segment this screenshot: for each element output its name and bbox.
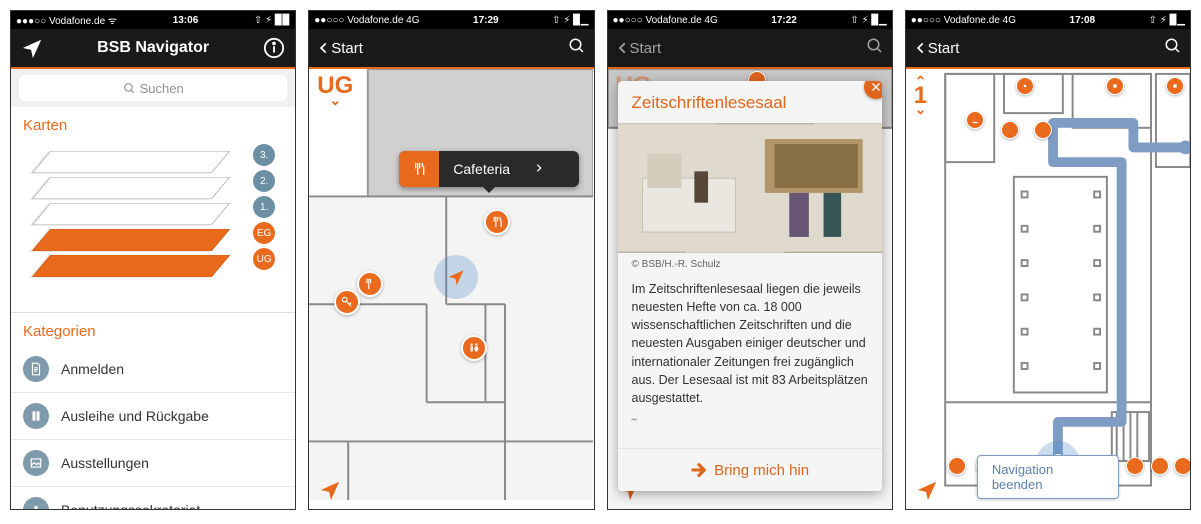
picture-icon xyxy=(23,450,49,476)
status-time: 13:06 xyxy=(173,15,199,26)
category-item-ausleihe[interactable]: Ausleihe und Rückgabe xyxy=(11,393,295,440)
poi-icon[interactable] xyxy=(1174,457,1190,475)
compass-icon[interactable] xyxy=(319,479,341,501)
poi-icon[interactable] xyxy=(1151,457,1169,475)
category-item-ausstellungen[interactable]: Ausstellungen xyxy=(11,440,295,487)
card-body: Im Zeitschriftenlesesaal liegen die jewe… xyxy=(618,276,882,417)
back-button[interactable]: Start xyxy=(317,40,363,57)
cutlery-icon xyxy=(399,151,439,187)
desk-icon xyxy=(23,497,49,509)
callout-cafeteria[interactable]: Cafeteria xyxy=(399,151,579,187)
status-battery: ⇧ ⚡︎ ▉▉ xyxy=(254,15,290,26)
status-bar: ●●○○○ Vodafone.de 4G 17:22 ⇧ ⚡︎ ▉▁ xyxy=(608,11,892,29)
search-input[interactable]: Suchen xyxy=(19,75,287,101)
category-item-anmelden[interactable]: Anmelden xyxy=(11,346,295,393)
status-battery: ⇧ ⚡︎ ▉▁ xyxy=(850,15,886,26)
poi-icon[interactable] xyxy=(1034,121,1052,139)
back-label: Start xyxy=(331,40,363,57)
poi-icon[interactable] xyxy=(1126,457,1144,475)
compass-icon[interactable] xyxy=(916,479,938,501)
status-battery: ⇧ ⚡︎ ▉▁ xyxy=(1149,15,1185,26)
status-battery: ⇧ ⚡︎ ▉▁ xyxy=(552,15,588,26)
section-categories-title: Kategorien xyxy=(11,313,295,346)
nav-bar: Start xyxy=(309,29,593,69)
status-time: 17:08 xyxy=(1070,15,1096,26)
nav-bar: Start xyxy=(906,29,1190,69)
floor-label-2[interactable]: 2. xyxy=(253,170,275,192)
poi-key-icon[interactable] xyxy=(334,289,360,315)
floor-indicator[interactable]: ⌃ 1 ⌄ xyxy=(914,75,927,116)
navigation-end-label: Navigation beenden xyxy=(992,462,1053,492)
screen-detail-card: ●●○○○ Vodafone.de 4G 17:22 ⇧ ⚡︎ ▉▁ Start… xyxy=(607,10,893,510)
chevron-right-icon xyxy=(524,161,554,178)
screen-start: ●●●○○ Vodafone.de ᯤ 13:06 ⇧ ⚡︎ ▉▉ BSB Na… xyxy=(10,10,296,510)
info-icon[interactable] xyxy=(263,37,285,59)
card-photo xyxy=(618,123,882,253)
poi-icon[interactable] xyxy=(1166,77,1184,95)
category-label: Benutzungssekretariat xyxy=(61,502,200,509)
status-carrier: ●●○○○ Vodafone.de 4G xyxy=(314,15,419,26)
map[interactable]: UG ⌄ Cafeter xyxy=(309,69,593,509)
bring-me-there-button[interactable]: Bring mich hin xyxy=(618,448,882,491)
card-more-indicator: ˜ xyxy=(618,417,882,435)
screen-navigation: ●●○○○ Vodafone.de 4G 17:08 ⇧ ⚡︎ ▉▁ Start xyxy=(905,10,1191,510)
floor-indicator[interactable]: UG ⌄ xyxy=(317,75,353,106)
search-wrap: Suchen xyxy=(11,69,295,107)
poi-icon[interactable] xyxy=(1016,77,1034,95)
document-icon xyxy=(23,356,49,382)
map[interactable]: ⌃ 1 ⌄ Navigation b xyxy=(906,69,1190,509)
poi-icon[interactable] xyxy=(966,111,984,129)
navigation-end-button[interactable]: Navigation beenden xyxy=(977,455,1119,499)
back-label: Start xyxy=(630,40,662,57)
poi-icon[interactable] xyxy=(1001,121,1019,139)
screen-map-callout: ●●○○○ Vodafone.de 4G 17:29 ⇧ ⚡︎ ▉▁ Start xyxy=(308,10,594,510)
status-bar: ●●○○○ Vodafone.de 4G 17:08 ⇧ ⚡︎ ▉▁ xyxy=(906,11,1190,29)
status-carrier: ●●●○○ Vodafone.de ᯤ xyxy=(16,13,117,27)
back-label: Start xyxy=(928,40,960,57)
status-bar: ●●○○○ Vodafone.de 4G 17:29 ⇧ ⚡︎ ▉▁ xyxy=(309,11,593,29)
status-bar: ●●●○○ Vodafone.de ᯤ 13:06 ⇧ ⚡︎ ▉▉ xyxy=(11,11,295,29)
search-placeholder: Suchen xyxy=(140,81,184,96)
back-button[interactable]: Start xyxy=(914,40,960,57)
map: UG Zeitschriftenlesesaal xyxy=(608,69,892,509)
nav-bar: BSB Navigator xyxy=(11,29,295,69)
search-icon[interactable] xyxy=(568,37,586,60)
status-carrier: ●●○○○ Vodafone.de 4G xyxy=(613,15,718,26)
floor-label-1[interactable]: 1. xyxy=(253,196,275,218)
category-item-benutzung[interactable]: Benutzungssekretariat xyxy=(11,487,295,509)
category-label: Ausstellungen xyxy=(61,455,149,471)
book-icon xyxy=(23,403,49,429)
floor-label-3[interactable]: 3. xyxy=(253,144,275,166)
nav-bar: Start xyxy=(608,29,892,69)
search-icon[interactable] xyxy=(1164,37,1182,60)
status-carrier: ●●○○○ Vodafone.de 4G xyxy=(911,15,1016,26)
floor-label-ug[interactable]: UG xyxy=(253,248,275,270)
poi-icon[interactable] xyxy=(1106,77,1124,95)
section-maps-title: Karten xyxy=(11,107,295,140)
poi-icon[interactable] xyxy=(948,457,966,475)
location-icon[interactable] xyxy=(21,37,43,59)
status-time: 17:22 xyxy=(771,15,797,26)
card-action-label: Bring mich hin xyxy=(714,462,809,479)
category-label: Anmelden xyxy=(61,361,124,377)
floor-stack[interactable]: 3. 2. 1. EG UG xyxy=(11,140,295,308)
detail-card: Zeitschriftenlesesaal © BSB/H.-R. Schulz xyxy=(618,81,882,491)
user-location-icon xyxy=(434,255,478,299)
floor-label-eg[interactable]: EG xyxy=(253,222,275,244)
nav-title: BSB Navigator xyxy=(97,39,209,57)
card-credit: © BSB/H.-R. Schulz xyxy=(618,253,882,276)
status-time: 17:29 xyxy=(473,15,499,26)
search-icon[interactable] xyxy=(866,37,884,60)
back-button[interactable]: Start xyxy=(616,40,662,57)
category-label: Ausleihe und Rückgabe xyxy=(61,408,209,424)
callout-label: Cafeteria xyxy=(439,161,524,177)
card-title: Zeitschriftenlesesaal xyxy=(618,81,882,123)
